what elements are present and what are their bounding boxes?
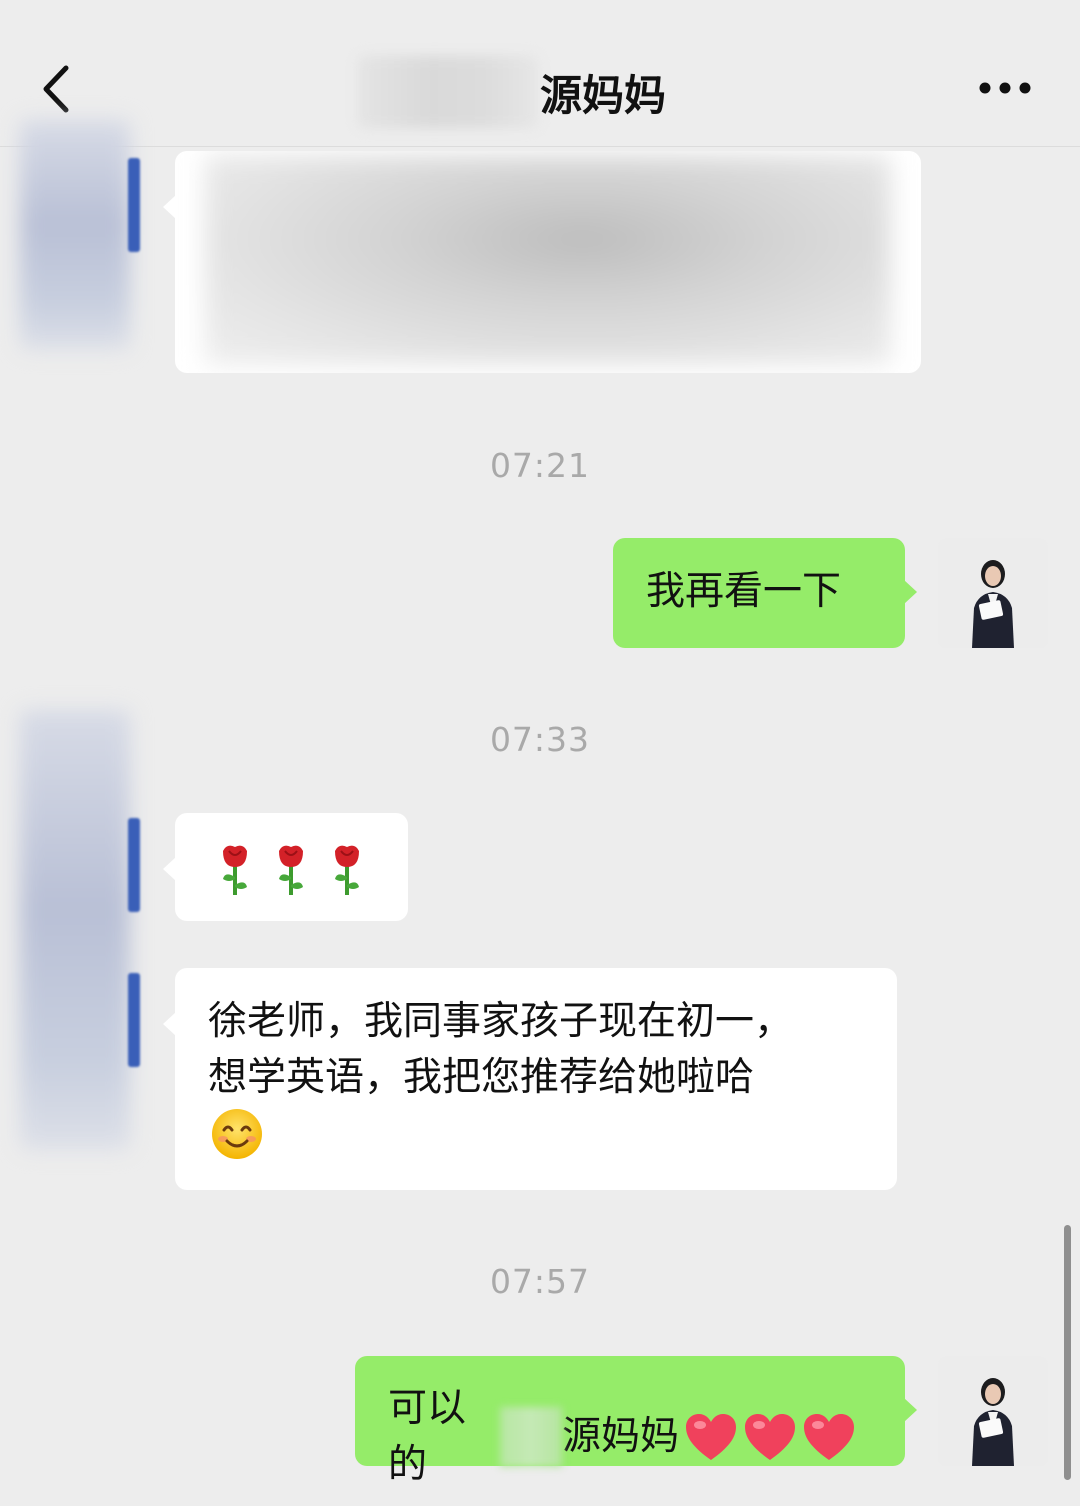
rose-emoji-icon [335, 845, 359, 895]
blurred-text-region [500, 1407, 562, 1467]
rose-emoji-icon [223, 845, 247, 895]
timestamp: 07:33 [489, 720, 591, 759]
blurred-name-region [358, 56, 538, 128]
chevron-left-icon [43, 65, 69, 113]
contact-avatar[interactable] [20, 120, 130, 350]
more-options-button[interactable] [972, 66, 1038, 110]
message-text: 徐老师，我同事家孩子现在初一， 想学英语，我把您推荐给她啦哈 [208, 999, 794, 1100]
blurred-image-content [205, 155, 891, 365]
timestamp: 07:21 [489, 446, 591, 485]
chat-header: 源妈妈 [0, 0, 1080, 147]
incoming-message[interactable]: 徐老师，我同事家孩子现在初一， 想学英语，我把您推荐给她啦哈 [163, 968, 897, 1190]
avatar-accent-bar [128, 973, 140, 1067]
avatar-accent-bar [128, 818, 140, 912]
back-button[interactable] [30, 54, 90, 124]
chat-title: 源妈妈 [540, 71, 667, 120]
avatar-accent-bar [128, 158, 140, 252]
red-heart-emoji-icon [686, 1414, 737, 1460]
chat-title-area[interactable]: 源妈妈 [350, 56, 730, 128]
smiling-face-emoji-icon [212, 1109, 262, 1159]
profile-photo-icon [938, 538, 1048, 648]
message-text-suffix: 源妈妈 [562, 1414, 680, 1459]
red-heart-emoji-icon [745, 1414, 796, 1460]
outgoing-message[interactable]: 我再看一下 [613, 538, 917, 648]
outgoing-message[interactable]: 可以的 源妈妈 [355, 1356, 917, 1487]
incoming-message[interactable] [163, 813, 408, 921]
more-dots-icon [979, 82, 1031, 94]
red-heart-emoji-icon [804, 1414, 855, 1460]
scrollbar[interactable] [1064, 1225, 1071, 1480]
message-text-prefix: 可以的 [388, 1386, 467, 1487]
timestamp: 07:57 [489, 1262, 591, 1301]
my-avatar[interactable] [938, 1356, 1048, 1466]
chat-screen: 源妈妈 07:21 我再看一下 07:33 徐老师，我同事家孩子现在初一， 想学… [0, 0, 1080, 1506]
contact-avatar[interactable] [20, 710, 130, 1150]
rose-emoji-icon [279, 845, 303, 895]
profile-photo-icon [938, 1356, 1048, 1466]
my-avatar[interactable] [938, 538, 1048, 648]
message-text: 我再看一下 [646, 569, 842, 614]
message-image-card[interactable] [163, 151, 921, 373]
